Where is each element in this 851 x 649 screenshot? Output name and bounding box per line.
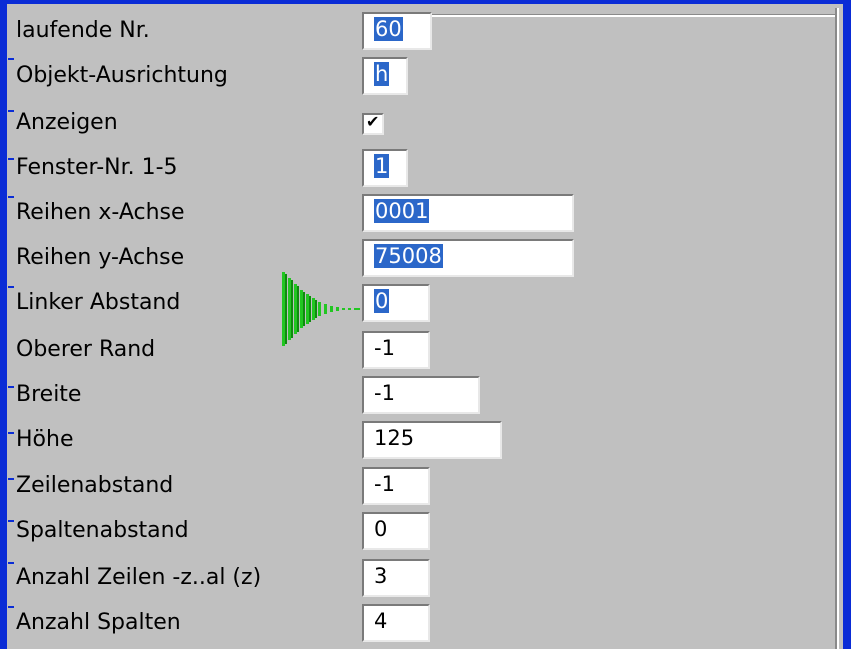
panel-right-highlight (837, 8, 839, 649)
frame-tick (8, 478, 14, 480)
frame-tick (843, 606, 851, 608)
objekt-ausrichtung-field[interactable]: h (362, 57, 408, 95)
label-anzahl-zeilen: Anzahl Zeilen -z..al (z) (16, 565, 262, 590)
zeilenabstand-field[interactable]: -1 (362, 467, 430, 505)
frame-tick (8, 386, 14, 388)
label-breite: Breite (16, 382, 82, 407)
frame-tick (8, 58, 14, 60)
label-reihen-y-achse: Reihen y-Achse (16, 245, 185, 270)
label-reihen-x-achse: Reihen x-Achse (16, 200, 185, 225)
reihen-x-achse-value: 0001 (374, 199, 430, 223)
reihen-x-achse-field[interactable]: 0001 (362, 194, 574, 232)
label-objekt-ausrichtung: Objekt-Ausrichtung (16, 63, 228, 88)
frame-tick (8, 520, 14, 522)
label-zeilenabstand: Zeilenabstand (16, 473, 174, 498)
reihen-y-achse-value: 75008 (374, 244, 443, 268)
frame-tick (8, 432, 14, 434)
label-laufende-nr: laufende Nr. (16, 18, 150, 43)
label-anzeigen: Anzeigen (16, 110, 118, 135)
label-linker-abstand: Linker Abstand (16, 290, 181, 315)
hoehe-field[interactable]: 125 (362, 421, 502, 459)
spaltenabstand-field[interactable]: 0 (362, 512, 430, 550)
anzeigen-checkbox[interactable]: ✔ (362, 112, 384, 135)
group-separator-top (432, 14, 837, 17)
frame-tick (8, 196, 14, 198)
checkmark-icon: ✔ (366, 112, 380, 131)
frame-tick (8, 158, 14, 160)
frame-tick (8, 110, 14, 112)
oberer-rand-field[interactable]: -1 (362, 331, 430, 369)
label-hoehe: Höhe (16, 427, 74, 452)
label-oberer-rand: Oberer Rand (16, 337, 156, 362)
green-arrow-pointer-icon (282, 272, 360, 346)
dialog-window (0, 0, 851, 649)
label-fenster-nr: Fenster-Nr. 1-5 (16, 155, 178, 180)
linker-abstand-field[interactable]: 0 (362, 284, 430, 322)
frame-tick (843, 386, 851, 388)
fenster-nr-value: 1 (374, 154, 390, 178)
fenster-nr-field[interactable]: 1 (362, 149, 408, 187)
frame-tick (8, 562, 14, 564)
laufende-nr-value: 60 (374, 17, 403, 41)
reihen-y-achse-field[interactable]: 75008 (362, 239, 574, 277)
frame-tick (8, 286, 14, 288)
frame-tick (843, 58, 851, 60)
label-anzahl-spalten: Anzahl Spalten (16, 610, 181, 635)
anzahl-spalten-field[interactable]: 4 (362, 604, 430, 642)
objekt-ausrichtung-value: h (374, 62, 390, 86)
frame-tick (843, 198, 851, 200)
anzahl-zeilen-field[interactable]: 3 (362, 559, 430, 597)
frame-tick (8, 606, 14, 608)
laufende-nr-field[interactable]: 60 (362, 12, 432, 50)
linker-abstand-value: 0 (374, 289, 390, 313)
label-spaltenabstand: Spaltenabstand (16, 518, 189, 543)
breite-field[interactable]: -1 (362, 376, 480, 414)
